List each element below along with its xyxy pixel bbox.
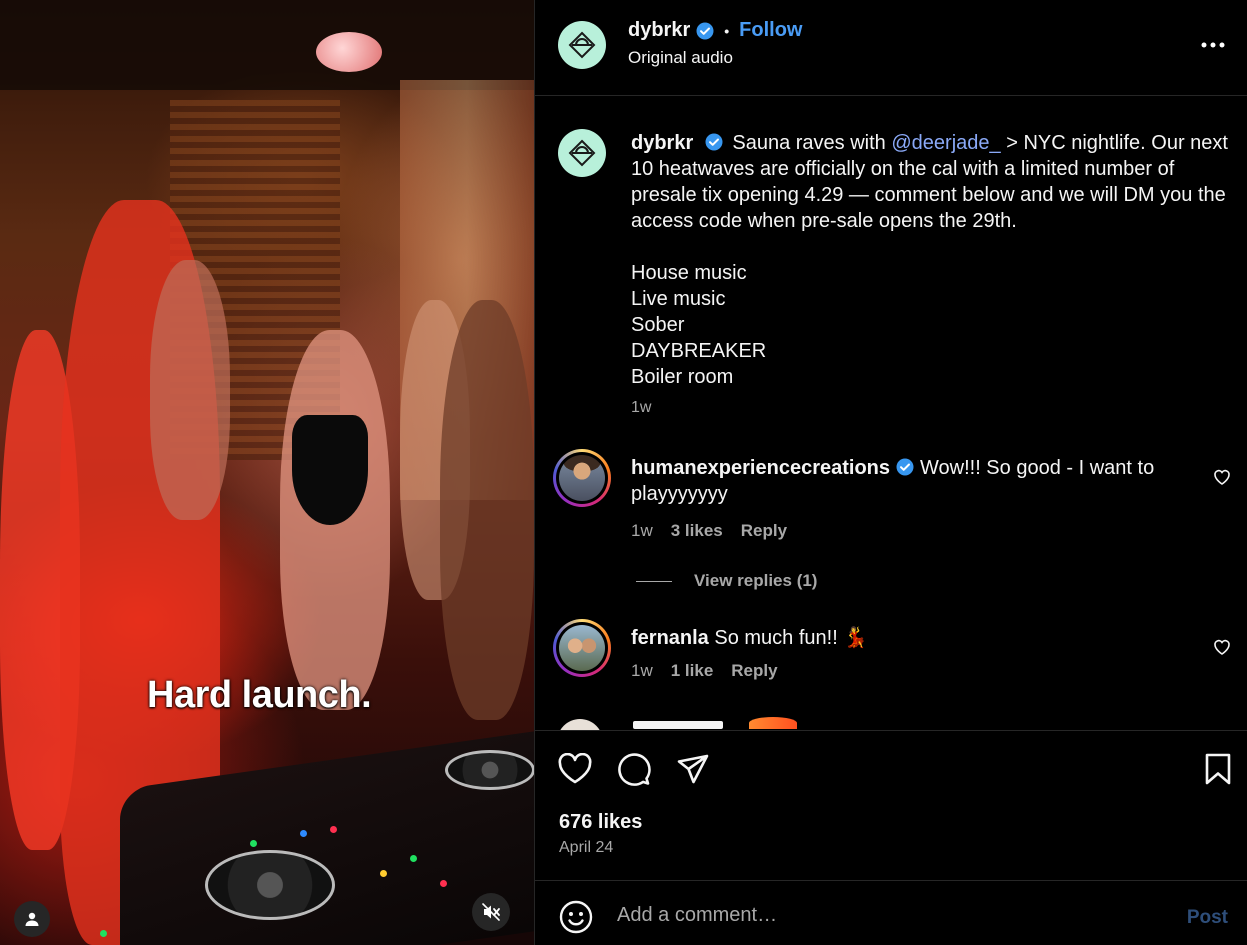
dj-led <box>330 826 337 833</box>
comment-meta: 1w 1 like Reply <box>631 661 778 681</box>
caption-list-item: Live music <box>631 288 726 310</box>
view-replies-button[interactable]: View replies (1) <box>636 571 817 591</box>
daybreaker-logo-icon <box>568 31 596 59</box>
reel-video[interactable]: Hard launch. <box>0 0 534 945</box>
caption-list-item: House music <box>631 262 747 284</box>
caption-username[interactable]: dybrkr <box>631 132 693 154</box>
commenter-avatar <box>557 719 603 730</box>
bookmark-icon <box>1205 753 1231 785</box>
heart-icon <box>558 753 592 784</box>
comment-emoji-peek <box>749 717 797 729</box>
dj-jog-wheel <box>445 750 534 790</box>
original-audio-link[interactable]: Original audio <box>628 48 733 68</box>
next-comment-peek <box>553 715 1247 730</box>
post-date[interactable]: April 24 <box>559 839 613 857</box>
verified-icon <box>696 22 714 40</box>
verified-icon <box>896 458 914 476</box>
comment-input[interactable] <box>617 897 1157 933</box>
caption-list-item: Boiler room <box>631 366 734 388</box>
post-caption: dybrkr Sauna raves with @deerjade_ > NYC… <box>631 130 1241 390</box>
comment-time: 1w <box>631 521 653 540</box>
daybreaker-logo-icon <box>568 139 596 167</box>
dj-led <box>380 870 387 877</box>
share-icon <box>677 754 709 784</box>
dj-led <box>100 930 107 937</box>
post-header: dybrkr • Follow Original audio <box>535 0 1247 96</box>
caption-list-item: Sober <box>631 314 685 336</box>
likes-count[interactable]: 676 likes <box>559 811 642 834</box>
verified-icon <box>705 133 723 151</box>
follow-button[interactable]: Follow <box>739 19 802 42</box>
comment-text-peek <box>633 721 723 729</box>
comment-like-heart-icon[interactable] <box>1212 467 1232 487</box>
view-replies-label: View replies (1) <box>694 571 818 590</box>
reply-button[interactable]: Reply <box>741 521 787 541</box>
emoji-icon[interactable] <box>559 900 593 934</box>
header-separator: • <box>724 22 730 39</box>
caption-list: House music Live music Sober DAYBREAKER … <box>631 260 1241 390</box>
commenter-avatar[interactable] <box>553 619 611 677</box>
comment-likes-count[interactable]: 1 like <box>671 661 714 681</box>
comment-meta: 1w 3 likes Reply <box>631 521 787 541</box>
comments-section[interactable]: dybrkr Sauna raves with @deerjade_ > NYC… <box>535 97 1247 730</box>
post-comment-button[interactable]: Post <box>1187 907 1228 929</box>
caption-text-start: Sauna raves with <box>732 132 886 154</box>
author-line: dybrkr • Follow <box>628 19 802 42</box>
dancer-figure <box>440 300 534 720</box>
comment-icon <box>618 753 651 786</box>
author-username[interactable]: dybrkr <box>628 19 690 42</box>
video-ceiling <box>0 0 534 90</box>
commenter-username[interactable]: humanexperiencecreations <box>631 457 890 479</box>
more-options-icon <box>1201 42 1225 48</box>
muted-speaker-icon <box>482 903 500 921</box>
author-avatar[interactable] <box>558 21 606 69</box>
share-button[interactable] <box>675 751 711 787</box>
save-button[interactable] <box>1200 751 1236 787</box>
commenter-avatar[interactable] <box>553 449 611 507</box>
comment-composer: Post <box>535 880 1247 945</box>
like-button[interactable] <box>557 751 593 787</box>
comment-likes-count[interactable]: 3 likes <box>671 521 723 541</box>
reply-button[interactable]: Reply <box>731 661 777 681</box>
comment-time: 1w <box>631 661 653 680</box>
dancer-figure <box>150 260 230 520</box>
comment-like-heart-icon[interactable] <box>1212 637 1232 657</box>
video-text-overlay: Hard launch. <box>147 674 372 716</box>
dj-led <box>300 830 307 837</box>
audio-toggle-button[interactable] <box>472 893 510 931</box>
comment-text-block: fernanla So much fun!! 💃 <box>631 625 1191 651</box>
user-tag-icon <box>25 912 39 926</box>
commenter-username[interactable]: fernanla <box>631 627 709 649</box>
post-side-panel: dybrkr • Follow Original audio dybrkr Sa… <box>534 0 1247 945</box>
dancer-swimsuit <box>292 415 368 525</box>
post-actions: 676 likes April 24 <box>535 730 1247 880</box>
caption-timestamp: 1w <box>631 399 652 416</box>
dj-led <box>440 880 447 887</box>
more-options-button[interactable] <box>1198 30 1228 60</box>
comment-button[interactable] <box>616 751 652 787</box>
caption-mention-link[interactable]: @deerjade_ <box>891 132 1000 154</box>
caption-list-item: DAYBREAKER <box>631 340 767 362</box>
tagged-users-button[interactable] <box>14 901 50 937</box>
comment-text: So much fun!! 💃 <box>714 627 869 649</box>
comment-text-block: humanexperiencecreations Wow!!! So good … <box>631 455 1191 507</box>
caption-author-avatar[interactable] <box>558 129 606 177</box>
view-replies-divider <box>636 580 672 582</box>
dj-led <box>250 840 257 847</box>
dj-led <box>410 855 417 862</box>
video-balloon <box>316 32 382 72</box>
dj-jog-wheel <box>205 850 335 920</box>
